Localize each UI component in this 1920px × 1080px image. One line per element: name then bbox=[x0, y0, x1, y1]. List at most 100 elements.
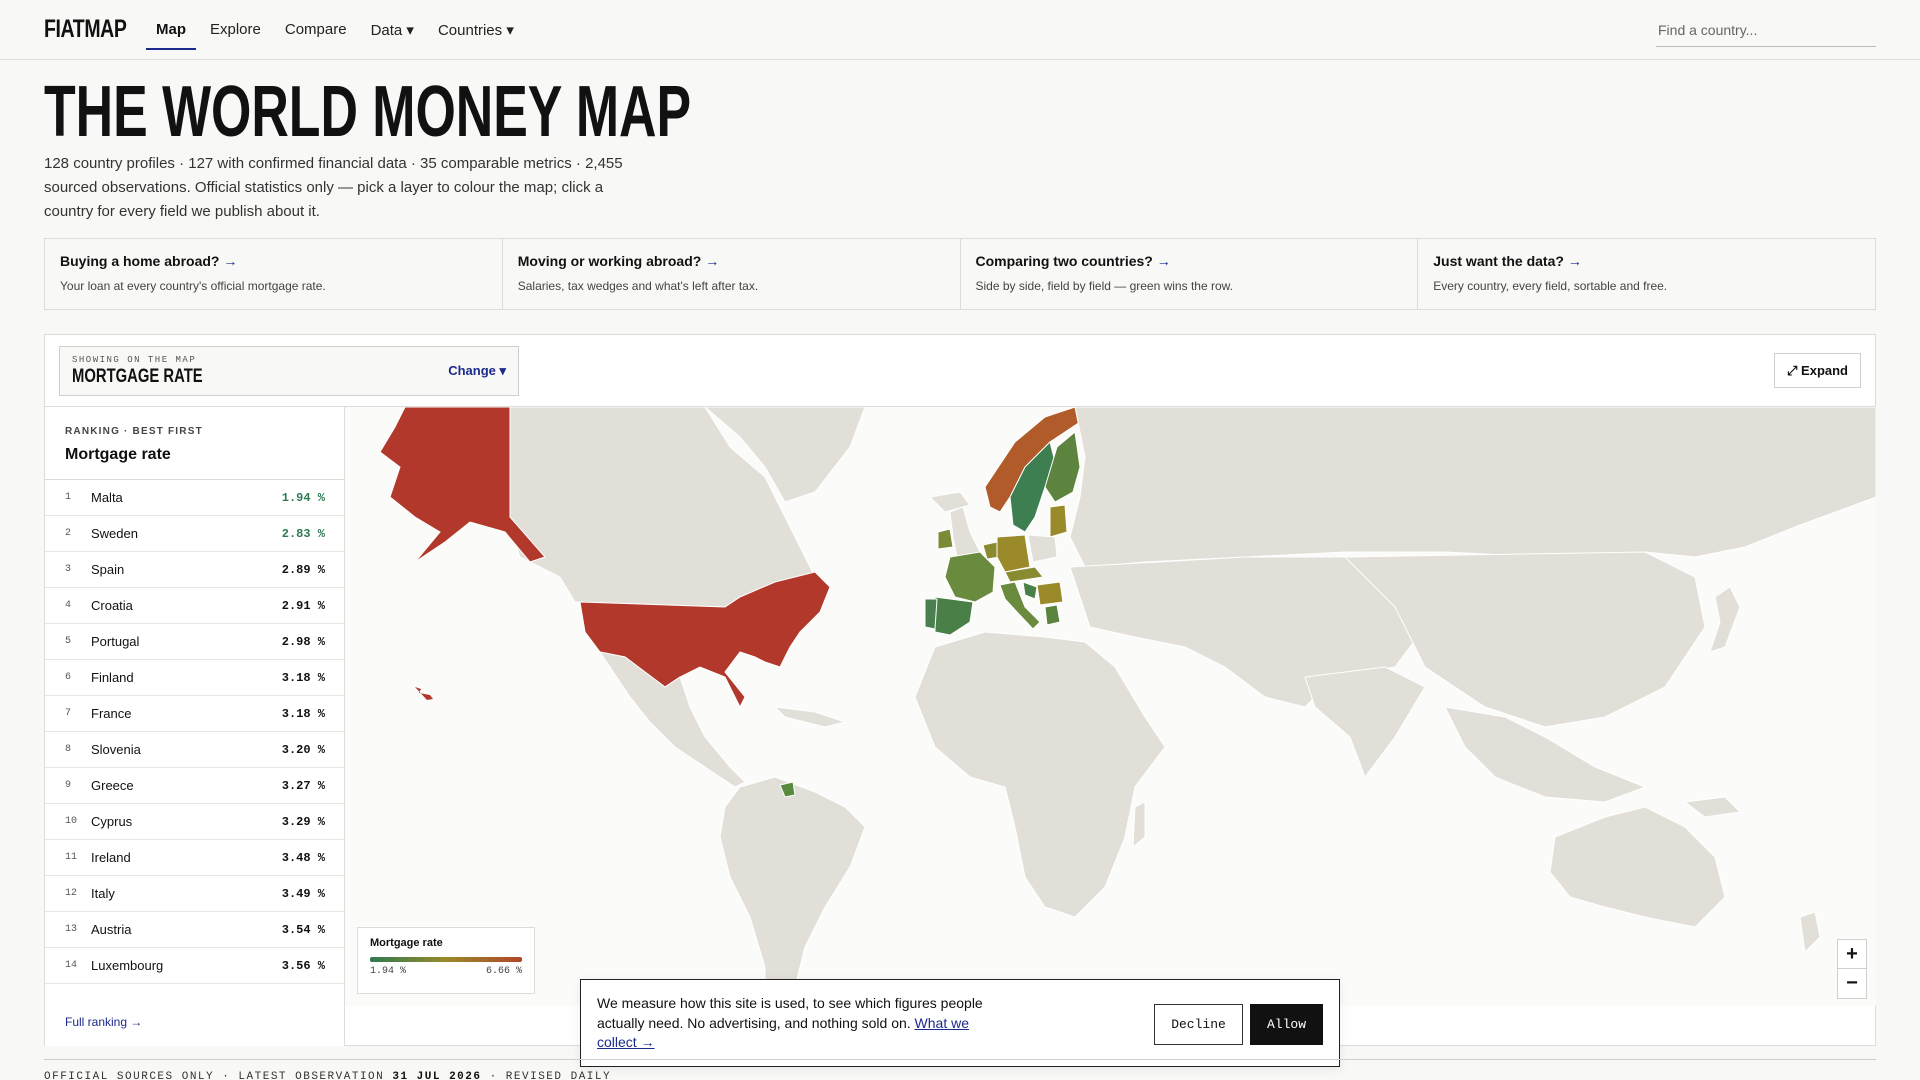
ranking-value: 2.91 % bbox=[281, 598, 325, 613]
ranking-row[interactable]: 1 Malta 1.94 % bbox=[45, 480, 345, 516]
map-country-greece[interactable] bbox=[1044, 604, 1061, 626]
map-country-france[interactable] bbox=[944, 551, 996, 603]
ranking-list[interactable]: 1 Malta 1.94 % 2 Sweden 2.83 % 3 Spain 2.89 % 4 Cr… bbox=[45, 479, 345, 989]
ranking-country: Ireland bbox=[91, 850, 131, 865]
map-panel: SHOWING ON THE MAP MORTGAGE RATE Change … bbox=[44, 334, 1876, 1046]
ranking-position: 13 bbox=[65, 924, 78, 935]
map-country-japan[interactable] bbox=[1709, 586, 1741, 653]
map-country-portugal[interactable] bbox=[924, 598, 938, 630]
card-title: Comparing two countries? bbox=[975, 253, 1153, 269]
ranking-value: 3.54 % bbox=[281, 922, 325, 937]
nav-item-compare[interactable]: Compare bbox=[285, 0, 347, 60]
ranking-position: 6 bbox=[65, 672, 72, 683]
ranking-row[interactable]: 14 Luxembourg 3.56 % bbox=[45, 948, 345, 984]
ranking-row[interactable]: 13 Austria 3.54 % bbox=[45, 912, 345, 948]
ranking-position: 7 bbox=[65, 708, 72, 719]
ranking-row[interactable]: 7 France 3.18 % bbox=[45, 696, 345, 732]
map-country-hawaii[interactable] bbox=[415, 687, 433, 700]
ranking-country: Portugal bbox=[91, 634, 140, 649]
ranking-row[interactable]: 15Belgium3.65 % bbox=[45, 984, 345, 989]
card-desc: Side by side, field by field — green win… bbox=[975, 279, 1233, 293]
footer-suffix: · REVISED DAILY bbox=[489, 1071, 612, 1080]
zoom-out-button[interactable]: − bbox=[1838, 969, 1866, 998]
allow-button[interactable]: Allow bbox=[1250, 1004, 1323, 1045]
map-continent-africa[interactable] bbox=[914, 631, 1166, 918]
nav-item-map[interactable]: Map bbox=[146, 0, 196, 60]
ranking-position: 5 bbox=[65, 636, 72, 647]
ranking-country: Croatia bbox=[91, 598, 133, 613]
ranking-title: Mortgage rate bbox=[65, 446, 171, 463]
map-country-india[interactable] bbox=[1304, 666, 1426, 779]
nav-item-data[interactable]: Data ▾ bbox=[371, 0, 414, 60]
layer-picker[interactable]: SHOWING ON THE MAP MORTGAGE RATE Change … bbox=[59, 346, 519, 396]
ranking-row[interactable]: 8 Slovenia 3.20 % bbox=[45, 732, 345, 768]
map-region-caribbean[interactable] bbox=[773, 706, 847, 728]
ranking-row[interactable]: 6 Finland 3.18 % bbox=[45, 660, 345, 696]
legend-min: 1.94 % bbox=[370, 966, 407, 977]
ranking-row[interactable]: 2 Sweden 2.83 % bbox=[45, 516, 345, 552]
map-country-papua[interactable] bbox=[1683, 796, 1742, 818]
ranking-position: 3 bbox=[65, 564, 72, 575]
footer-prefix: OFFICIAL SOURCES ONLY · LATEST OBSERVATI… bbox=[44, 1071, 385, 1080]
card-comparing[interactable]: Comparing two countries? → Side by side,… bbox=[961, 239, 1419, 309]
map-country-australia[interactable] bbox=[1549, 806, 1726, 928]
map-country-baltics[interactable] bbox=[1049, 504, 1068, 538]
ranking-country: Spain bbox=[91, 562, 125, 577]
map-country-spain[interactable] bbox=[934, 596, 974, 636]
intro-text: 128 country profiles · 127 with confirme… bbox=[44, 155, 623, 220]
logo[interactable]: FIATMAP bbox=[44, 15, 127, 44]
map-country-uk[interactable] bbox=[949, 506, 981, 558]
ranking-country: Italy bbox=[91, 886, 115, 901]
country-search-input[interactable] bbox=[1656, 14, 1876, 47]
ranking-position: 8 bbox=[65, 744, 72, 755]
zoom-in-button[interactable]: + bbox=[1838, 940, 1866, 969]
ranking-position: 9 bbox=[65, 780, 72, 791]
ranking-row[interactable]: 5 Portugal 2.98 % bbox=[45, 624, 345, 660]
ranking-row[interactable]: 11 Ireland 3.48 % bbox=[45, 840, 345, 876]
map-country-madagascar[interactable] bbox=[1132, 801, 1146, 849]
footer-divider bbox=[44, 1059, 1876, 1060]
card-moving-abroad[interactable]: Moving or working abroad? → Salaries, ta… bbox=[503, 239, 961, 309]
footer-date: 31 JUL 2026 bbox=[392, 1071, 482, 1080]
card-title: Just want the data? bbox=[1433, 253, 1564, 269]
card-buying-home[interactable]: Buying a home abroad? → Your loan at eve… bbox=[45, 239, 503, 309]
map-country-croatia[interactable] bbox=[1022, 581, 1038, 600]
footer-status: OFFICIAL SOURCES ONLY · LATEST OBSERVATI… bbox=[44, 1071, 611, 1080]
arrow-right-icon: → bbox=[705, 253, 720, 269]
world-map-svg[interactable] bbox=[345, 407, 1876, 1006]
arrow-right-icon: → bbox=[1567, 253, 1582, 269]
ranking-row[interactable]: 9 Greece 3.27 % bbox=[45, 768, 345, 804]
ranking-position: 12 bbox=[65, 888, 78, 899]
page-title: THE WORLD MONEY MAP bbox=[44, 72, 692, 152]
arrow-right-icon: → bbox=[223, 253, 238, 269]
ranking-row[interactable]: 4 Croatia 2.91 % bbox=[45, 588, 345, 624]
change-layer-button[interactable]: Change ▾ bbox=[448, 363, 506, 379]
ranking-country: Malta bbox=[91, 490, 123, 505]
map-country-ireland[interactable] bbox=[937, 528, 954, 550]
nav-item-explore[interactable]: Explore bbox=[210, 0, 261, 60]
ranking-row[interactable]: 10 Cyprus 3.29 % bbox=[45, 804, 345, 840]
card-desc: Salaries, tax wedges and what's left aft… bbox=[517, 279, 759, 293]
ranking-value: 3.29 % bbox=[281, 814, 325, 829]
map-country-russia[interactable] bbox=[1069, 407, 1876, 568]
map-country-balkans[interactable] bbox=[1036, 581, 1064, 606]
ranking-eyebrow: RANKING · BEST FIRST bbox=[65, 426, 203, 437]
ranking-position: 14 bbox=[65, 960, 78, 971]
full-ranking-link[interactable]: Full ranking → bbox=[65, 1015, 142, 1029]
ranking-value: 1.94 % bbox=[281, 490, 325, 505]
ranking-row[interactable]: 12 Italy 3.49 % bbox=[45, 876, 345, 912]
nav-item-countries[interactable]: Countries ▾ bbox=[438, 0, 514, 60]
map-country-new-zealand[interactable] bbox=[1799, 911, 1821, 954]
legend-title: Mortgage rate bbox=[370, 937, 443, 949]
card-data[interactable]: Just want the data? → Every country, eve… bbox=[1418, 239, 1875, 309]
map-country-poland[interactable] bbox=[1027, 534, 1058, 563]
ranking-country: Finland bbox=[91, 670, 134, 685]
map-country-germany[interactable] bbox=[996, 534, 1031, 573]
decline-button[interactable]: Decline bbox=[1154, 1004, 1243, 1045]
world-map[interactable] bbox=[345, 406, 1876, 1006]
map-continent-south-america[interactable] bbox=[719, 776, 866, 1006]
ranking-row[interactable]: 3 Spain 2.89 % bbox=[45, 552, 345, 588]
ranking-value: 3.20 % bbox=[281, 742, 325, 757]
expand-button[interactable]: ⤢ Expand bbox=[1774, 353, 1861, 388]
ranking-position: 1 bbox=[65, 492, 72, 503]
